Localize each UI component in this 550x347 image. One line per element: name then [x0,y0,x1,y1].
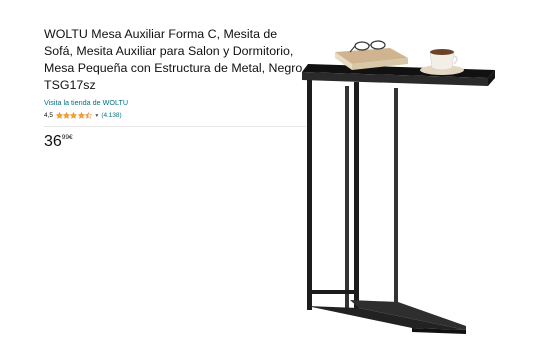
rating-stars[interactable] [55,112,93,119]
side-table-illustration [302,40,495,334]
product-title: WOLTU Mesa Auxiliar Forma C, Mesita de S… [44,27,306,92]
rating-count[interactable]: (4.138) [101,112,121,119]
glasses-lens-right [370,40,386,50]
star-icon [85,112,93,119]
back-leg-left [345,86,349,310]
front-leg-right [354,82,359,312]
cup-handle [453,55,458,65]
product-info: WOLTU Mesa Auxiliar Forma C, Mesita de S… [44,26,306,151]
front-leg-left [307,80,312,310]
divider [44,126,306,127]
chevron-down-icon[interactable]: ▼ [94,113,99,119]
star-icon [63,112,71,119]
price-whole: 36 [44,133,62,150]
rating-row[interactable]: 4,5 ▼ (4.138) [44,111,306,120]
back-leg-right [394,88,398,306]
price-currency: € [69,134,73,141]
star-icon [77,112,85,119]
glasses-lens-left [354,41,370,51]
rating-value: 4,5 [44,112,53,119]
coffee [430,49,454,55]
store-link[interactable]: Visita la tienda de WOLTU [44,98,306,107]
price-fraction: 99 [61,134,70,141]
product-image[interactable] [290,28,505,345]
front-lower-rail [307,290,359,294]
star-icon [55,112,63,119]
star-icon [70,112,78,119]
price: 36 99 € [44,133,306,151]
